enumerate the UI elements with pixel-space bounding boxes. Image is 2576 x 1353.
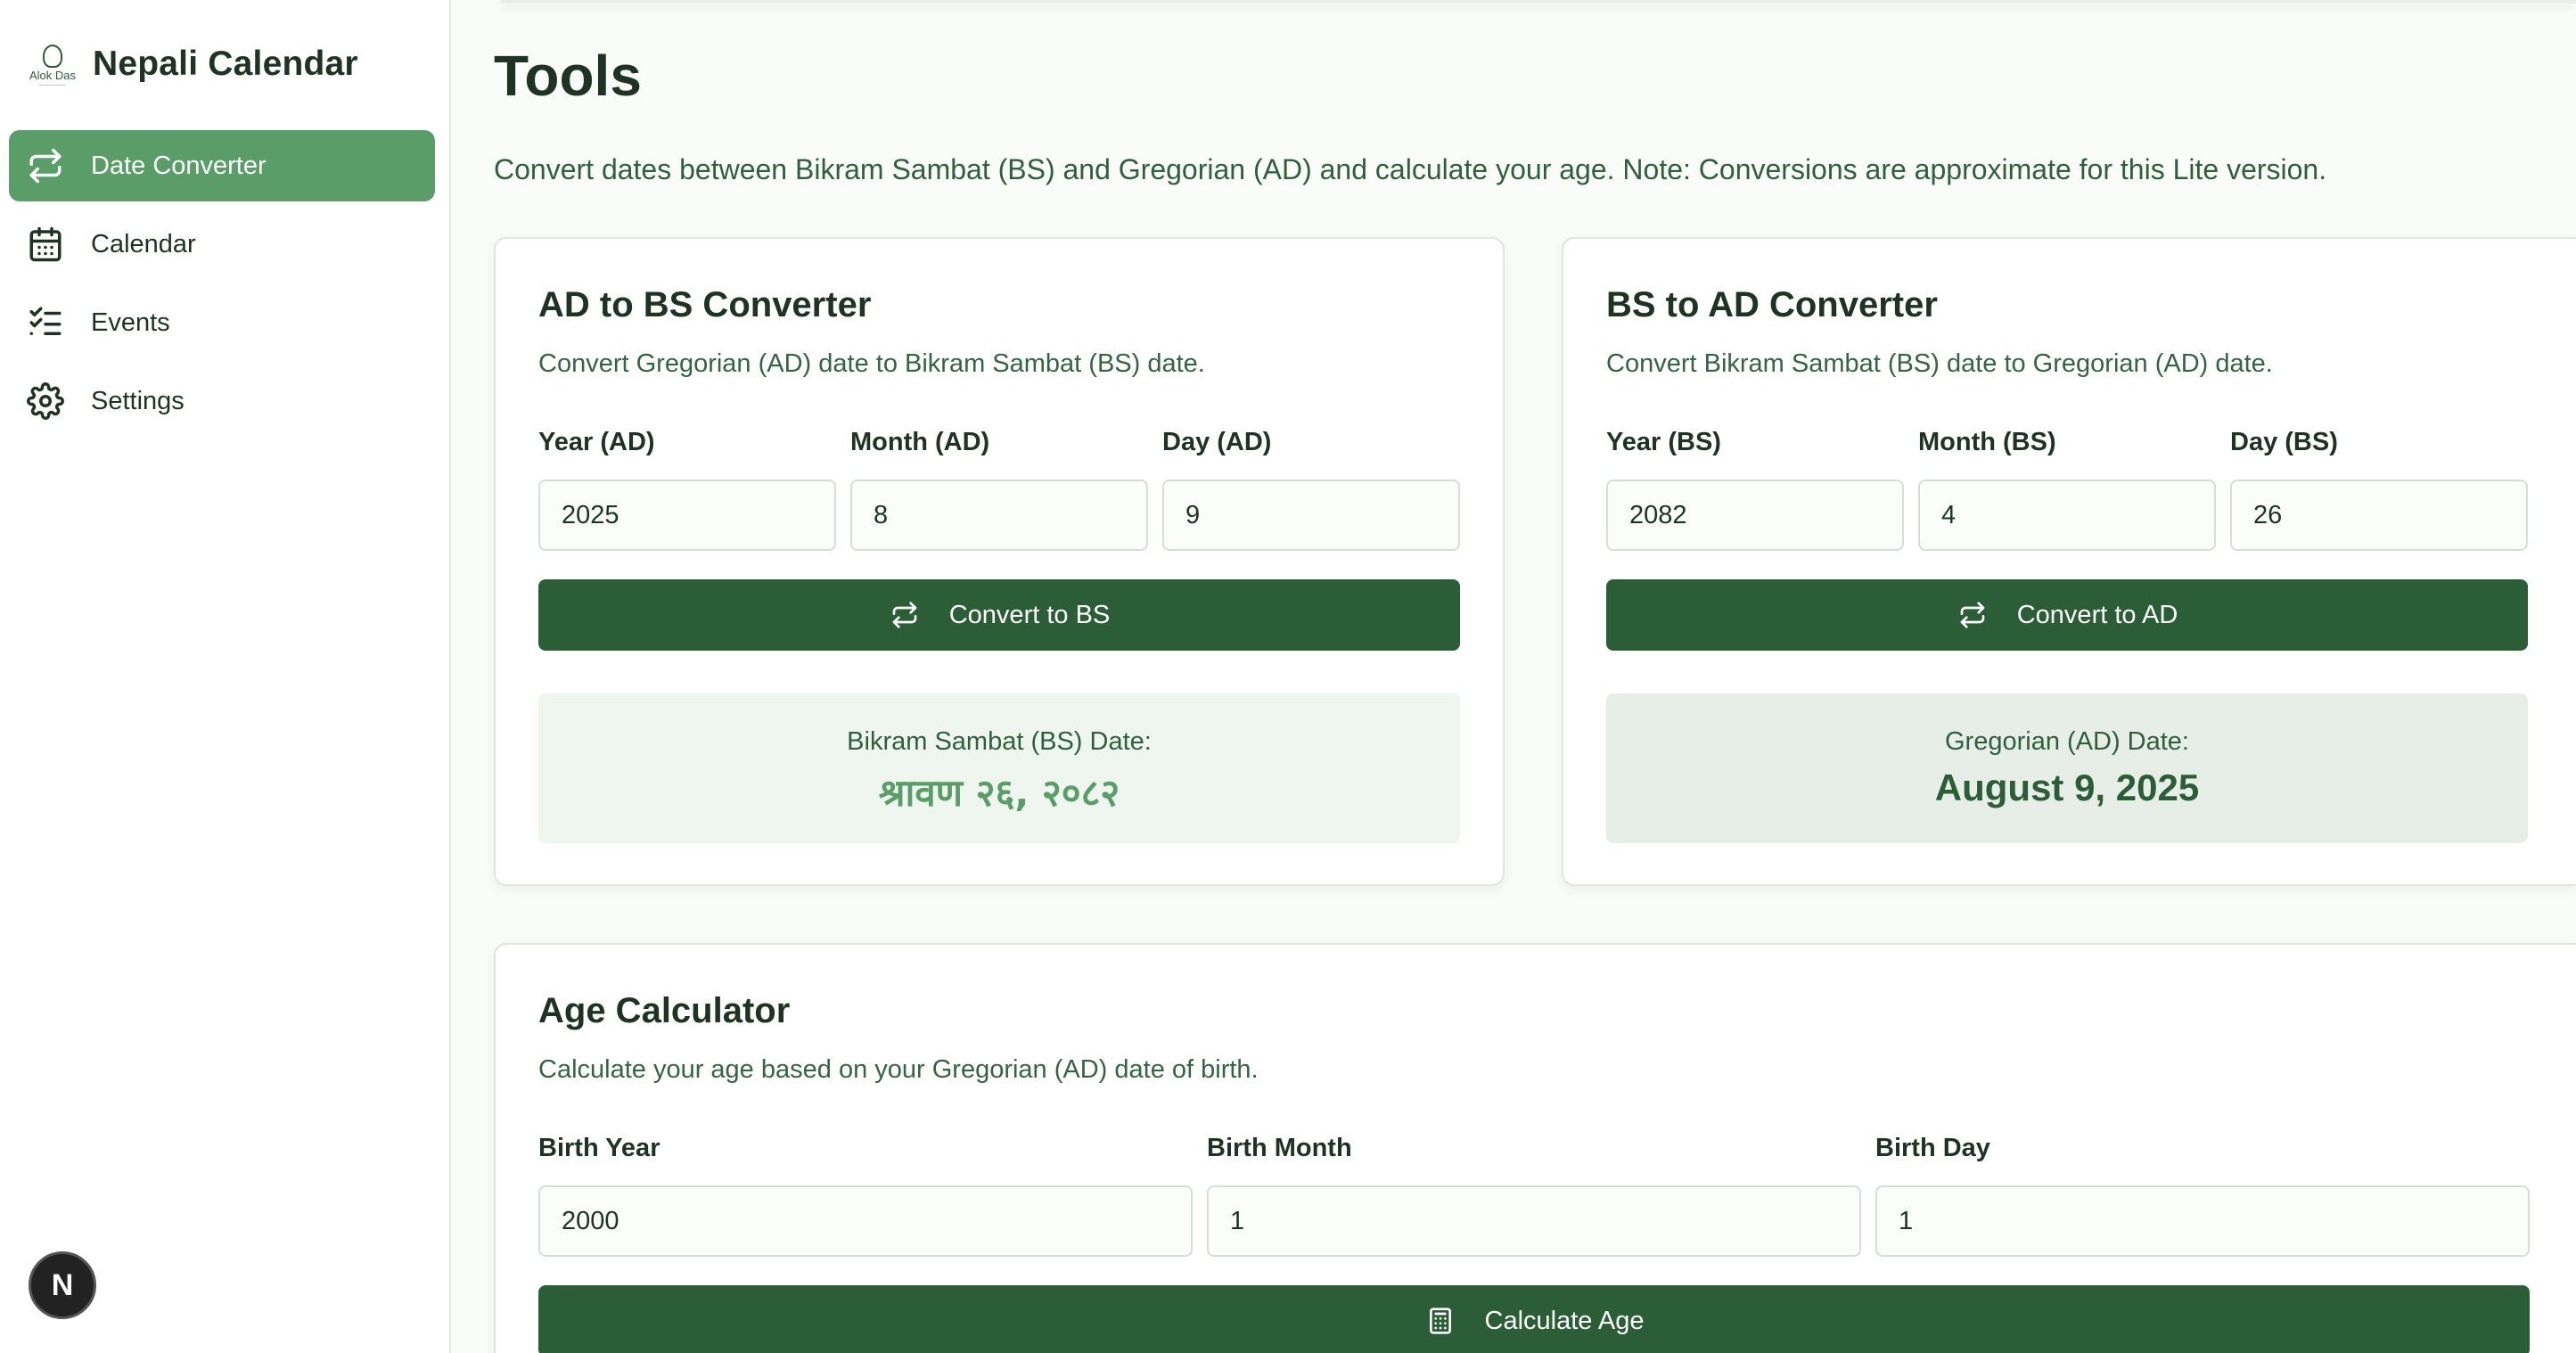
logo-mark-icon — [43, 45, 62, 68]
brand-logo: Alok Das ――――― — [23, 39, 82, 89]
card-title: BS to AD Converter — [1606, 285, 1938, 324]
brand[interactable]: Alok Das ――――― Nepali Calendar — [23, 39, 358, 89]
dev-tools-button[interactable]: N — [29, 1251, 96, 1319]
sidebar-item-label: Calendar — [91, 229, 196, 258]
bs-to-ad-card: BS to AD Converter Convert Bikram Sambat… — [1562, 237, 2576, 886]
month-bs-label: Month (BS) — [1918, 428, 2056, 456]
year-ad-input[interactable] — [538, 480, 836, 551]
swap-icon — [889, 599, 921, 631]
month-ad-input[interactable] — [850, 480, 1148, 551]
day-ad-label: Day (AD) — [1162, 428, 1272, 456]
year-bs-input[interactable] — [1606, 480, 1904, 551]
ad-to-bs-card: AD to BS Converter Convert Gregorian (AD… — [494, 237, 1505, 886]
card-subtitle: Convert Gregorian (AD) date to Bikram Sa… — [538, 349, 1205, 378]
button-label: Convert to BS — [948, 600, 1111, 629]
sidebar-item-calendar[interactable]: Calendar — [9, 209, 435, 280]
birth-day-input[interactable] — [1875, 1185, 2530, 1257]
calculator-icon — [1424, 1305, 1456, 1337]
birth-year-input[interactable] — [538, 1185, 1193, 1257]
sidebar-item-label: Events — [91, 308, 170, 337]
birth-year-label: Birth Year — [538, 1134, 660, 1162]
list-check-icon — [25, 302, 66, 343]
convert-to-ad-button[interactable]: Convert to AD — [1606, 579, 2528, 651]
sidebar-item-settings[interactable]: Settings — [9, 365, 435, 437]
convert-to-bs-button[interactable]: Convert to BS — [538, 579, 1460, 651]
ad-result-value: August 9, 2025 — [1934, 767, 2200, 808]
button-label: Convert to AD — [2016, 600, 2178, 629]
main-content: Tools Convert dates between Bikram Samba… — [451, 0, 2576, 1353]
app-title: Nepali Calendar — [93, 45, 358, 83]
birth-month-label: Birth Month — [1207, 1134, 1352, 1162]
sidebar-nav: Date Converter Calendar Events Settings — [9, 130, 435, 444]
card-subtitle: Calculate your age based on your Gregori… — [538, 1055, 1259, 1084]
ad-result-label: Gregorian (AD) Date: — [1945, 727, 2189, 756]
sidebar-item-date-converter[interactable]: Date Converter — [9, 130, 435, 201]
birth-day-label: Birth Day — [1875, 1134, 1990, 1162]
page-title: Tools — [494, 44, 642, 108]
button-label: Calculate Age — [1484, 1306, 1645, 1335]
card-title: AD to BS Converter — [538, 285, 872, 324]
calculate-age-button[interactable]: Calculate Age — [538, 1285, 2530, 1353]
logo-text: Alok Das — [29, 69, 77, 82]
calendar-icon — [25, 224, 66, 265]
sidebar-item-label: Settings — [91, 386, 185, 415]
birth-month-input[interactable] — [1207, 1185, 1861, 1257]
swap-icon — [1957, 599, 1989, 631]
sidebar-item-events[interactable]: Events — [9, 287, 435, 358]
logo-underline: ――――― — [39, 83, 66, 88]
card-title: Age Calculator — [538, 991, 791, 1030]
month-ad-label: Month (AD) — [850, 428, 990, 456]
day-bs-input[interactable] — [2230, 480, 2528, 551]
year-ad-label: Year (AD) — [538, 428, 655, 456]
sidebar: Alok Das ――――― Nepali Calendar Date Conv… — [0, 0, 451, 1353]
day-bs-label: Day (BS) — [2230, 428, 2338, 456]
bs-result-box: Bikram Sambat (BS) Date: श्रावण २६, २०८२ — [538, 693, 1460, 843]
bs-result-value: श्रावण २६, २०८२ — [878, 771, 1120, 815]
swap-icon — [25, 145, 66, 186]
sidebar-item-label: Date Converter — [91, 151, 267, 180]
card-subtitle: Convert Bikram Sambat (BS) date to Grego… — [1606, 349, 2273, 378]
month-bs-input[interactable] — [1918, 480, 2216, 551]
page-description: Convert dates between Bikram Sambat (BS)… — [494, 153, 2327, 185]
bs-result-label: Bikram Sambat (BS) Date: — [847, 727, 1152, 756]
day-ad-input[interactable] — [1162, 480, 1460, 551]
app: Alok Das ――――― Nepali Calendar Date Conv… — [0, 0, 2576, 1353]
ad-result-box: Gregorian (AD) Date: August 9, 2025 — [1606, 693, 2528, 843]
gear-icon — [25, 381, 66, 422]
age-calculator-card: Age Calculator Calculate your age based … — [494, 943, 2576, 1353]
year-bs-label: Year (BS) — [1606, 428, 1721, 456]
header-divider — [501, 0, 2576, 4]
